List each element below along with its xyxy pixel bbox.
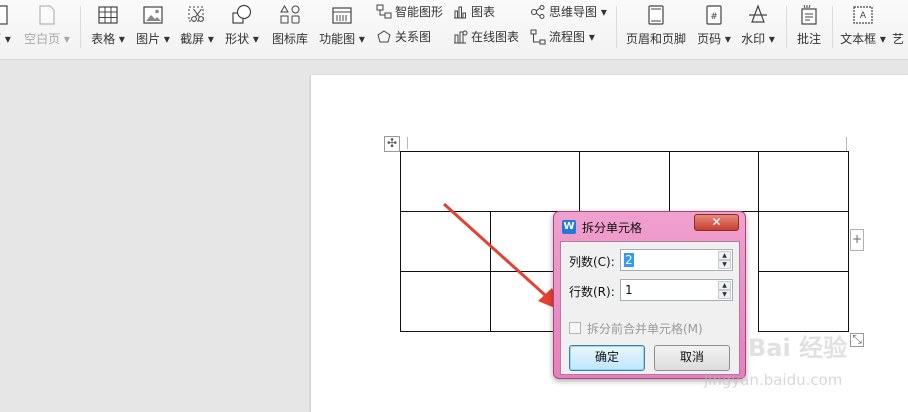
tool-blank-page[interactable]: 空白页 ▾ (20, 0, 74, 50)
tool-function-chart[interactable]: 功能图 ▾ (318, 0, 366, 50)
table-cell[interactable] (579, 151, 670, 212)
tool-header-footer[interactable]: 页眉和页脚 (622, 0, 690, 50)
tool-label: 页码 ▾ (697, 32, 731, 46)
tool-label: 形状 ▾ (225, 32, 259, 46)
tool-icon-library[interactable]: 图标库 (268, 0, 312, 50)
tool-label: 在线图表 (471, 30, 520, 44)
tool-label: 页 ▾ (0, 32, 11, 46)
checkbox-box[interactable] (569, 322, 581, 334)
screenshot-icon (188, 6, 204, 22)
icon-library-icon (280, 5, 300, 24)
rows-spinbox[interactable]: 1 ▲ ▼ (620, 279, 733, 301)
tool-page-partial[interactable]: 页 ▾ (0, 0, 14, 50)
tool-table[interactable]: 表格 ▾ (88, 0, 128, 50)
spin-up-icon[interactable]: ▲ (718, 281, 731, 290)
tool-art-text[interactable]: 艺 (892, 0, 908, 50)
table-cell[interactable] (400, 271, 491, 332)
tool-label: 思维导图 ▾ (549, 5, 607, 19)
wps-writer-logo-icon: W (562, 220, 576, 234)
tool-label: 批注 (796, 32, 821, 46)
spin-up-icon[interactable]: ▲ (718, 251, 731, 260)
close-button[interactable]: ✕ (694, 214, 739, 231)
rows-value[interactable]: 1 (624, 283, 634, 297)
dialog-title: 拆分单元格 (582, 221, 643, 235)
watermark-icon (749, 4, 767, 23)
flowchart-icon (530, 29, 546, 45)
table-icon (98, 6, 118, 24)
ribbon-separator (786, 6, 787, 48)
picture-icon (143, 6, 163, 24)
header-footer-icon (648, 5, 664, 25)
tool-label: 流程图 ▾ (549, 30, 595, 44)
comment-icon (801, 4, 817, 25)
table-cell[interactable] (758, 271, 849, 332)
merge-before-split-label: 拆分前合并单元格(M) (587, 322, 703, 336)
watermark-url: jingyan.baidu.com (704, 371, 843, 389)
table-cell[interactable] (669, 151, 759, 212)
ribbon-separator (832, 6, 833, 48)
tool-label: 功能图 ▾ (319, 32, 365, 46)
tool-label: 文本框 ▾ (840, 32, 886, 46)
tool-label: 图表 (471, 5, 496, 19)
table-cell[interactable] (400, 211, 491, 272)
page-number-icon: # (706, 5, 722, 25)
columns-stepper[interactable]: ▲ ▼ (718, 251, 731, 269)
columns-spinbox[interactable]: 2 ▲ ▼ (620, 249, 733, 271)
tool-shape[interactable]: 形状 ▾ (222, 0, 262, 50)
table-cell[interactable] (758, 151, 849, 212)
ribbon-separator (616, 6, 617, 48)
spin-down-icon[interactable]: ▼ (718, 260, 731, 269)
tool-label: 截屏 ▾ (180, 32, 214, 46)
tool-textbox[interactable]: A 文本框 ▾ (838, 0, 888, 50)
table-move-handle[interactable]: ✣ (384, 136, 400, 152)
tool-label: 智能图形 (395, 5, 444, 19)
tool-comment[interactable]: 批注 (792, 0, 826, 50)
tool-picture[interactable]: 图片 ▾ (134, 0, 172, 50)
rows-stepper[interactable]: ▲ ▼ (718, 281, 731, 299)
tool-label: 表格 ▾ (91, 32, 125, 46)
columns-label: 列数(C): (569, 255, 615, 269)
ribbon-toolbar: 页 ▾ 空白页 ▾ 表格 ▾ 图片 ▾ 截屏 ▾ 形状 ▾ 图标库 功能图 ▾ … (0, 0, 908, 60)
tool-label: 图标库 (271, 32, 308, 46)
table-resize-handle[interactable]: ⤡ (850, 333, 864, 347)
cancel-button[interactable]: 取消 (654, 345, 730, 371)
tool-screenshot[interactable]: 截屏 ▾ (178, 0, 216, 50)
svg-text:#: # (710, 12, 718, 22)
function-chart-icon (332, 7, 352, 24)
dialog-body: 列数(C): 2 ▲ ▼ 行数(R): 1 ▲ ▼ 拆分前合并单元格(M) 确定… (560, 241, 740, 375)
tool-page-number[interactable]: # 页码 ▾ (694, 0, 734, 50)
table-cell[interactable] (400, 151, 580, 212)
page-icon (0, 5, 8, 25)
table-cell[interactable] (758, 211, 849, 272)
svg-text:A: A (860, 11, 867, 21)
relation-graph-icon (377, 30, 391, 43)
margin-corner-mark (846, 137, 858, 151)
tool-label: 水印 ▾ (741, 32, 775, 46)
spin-down-icon[interactable]: ▼ (718, 290, 731, 299)
rows-label: 行数(R): (569, 285, 615, 299)
blank-page-icon (39, 5, 55, 25)
tool-label: 页眉和页脚 (625, 32, 686, 46)
online-chart-icon (454, 30, 468, 44)
tool-label: 空白页 ▾ (24, 32, 70, 46)
columns-value[interactable]: 2 (624, 253, 634, 267)
ribbon-separator (80, 6, 81, 48)
tool-label: 艺 (892, 32, 905, 46)
tool-label: 关系图 (395, 30, 432, 44)
mind-map-icon (531, 5, 545, 19)
shape-icon (232, 4, 252, 24)
ok-button[interactable]: 确定 (569, 345, 645, 371)
textbox-icon: A (853, 6, 873, 24)
tool-label: 图片 ▾ (136, 32, 170, 46)
tool-watermark[interactable]: 水印 ▾ (738, 0, 778, 50)
baidu-jingyan-watermark: Bai 经验 (748, 334, 848, 362)
chart-icon (454, 6, 466, 19)
split-cells-dialog: W 拆分单元格 ✕ 列数(C): 2 ▲ ▼ 行数(R): 1 ▲ ▼ 拆分前合… (553, 211, 746, 379)
add-row-button[interactable]: + (850, 229, 864, 251)
smart-graphic-icon (376, 4, 392, 19)
